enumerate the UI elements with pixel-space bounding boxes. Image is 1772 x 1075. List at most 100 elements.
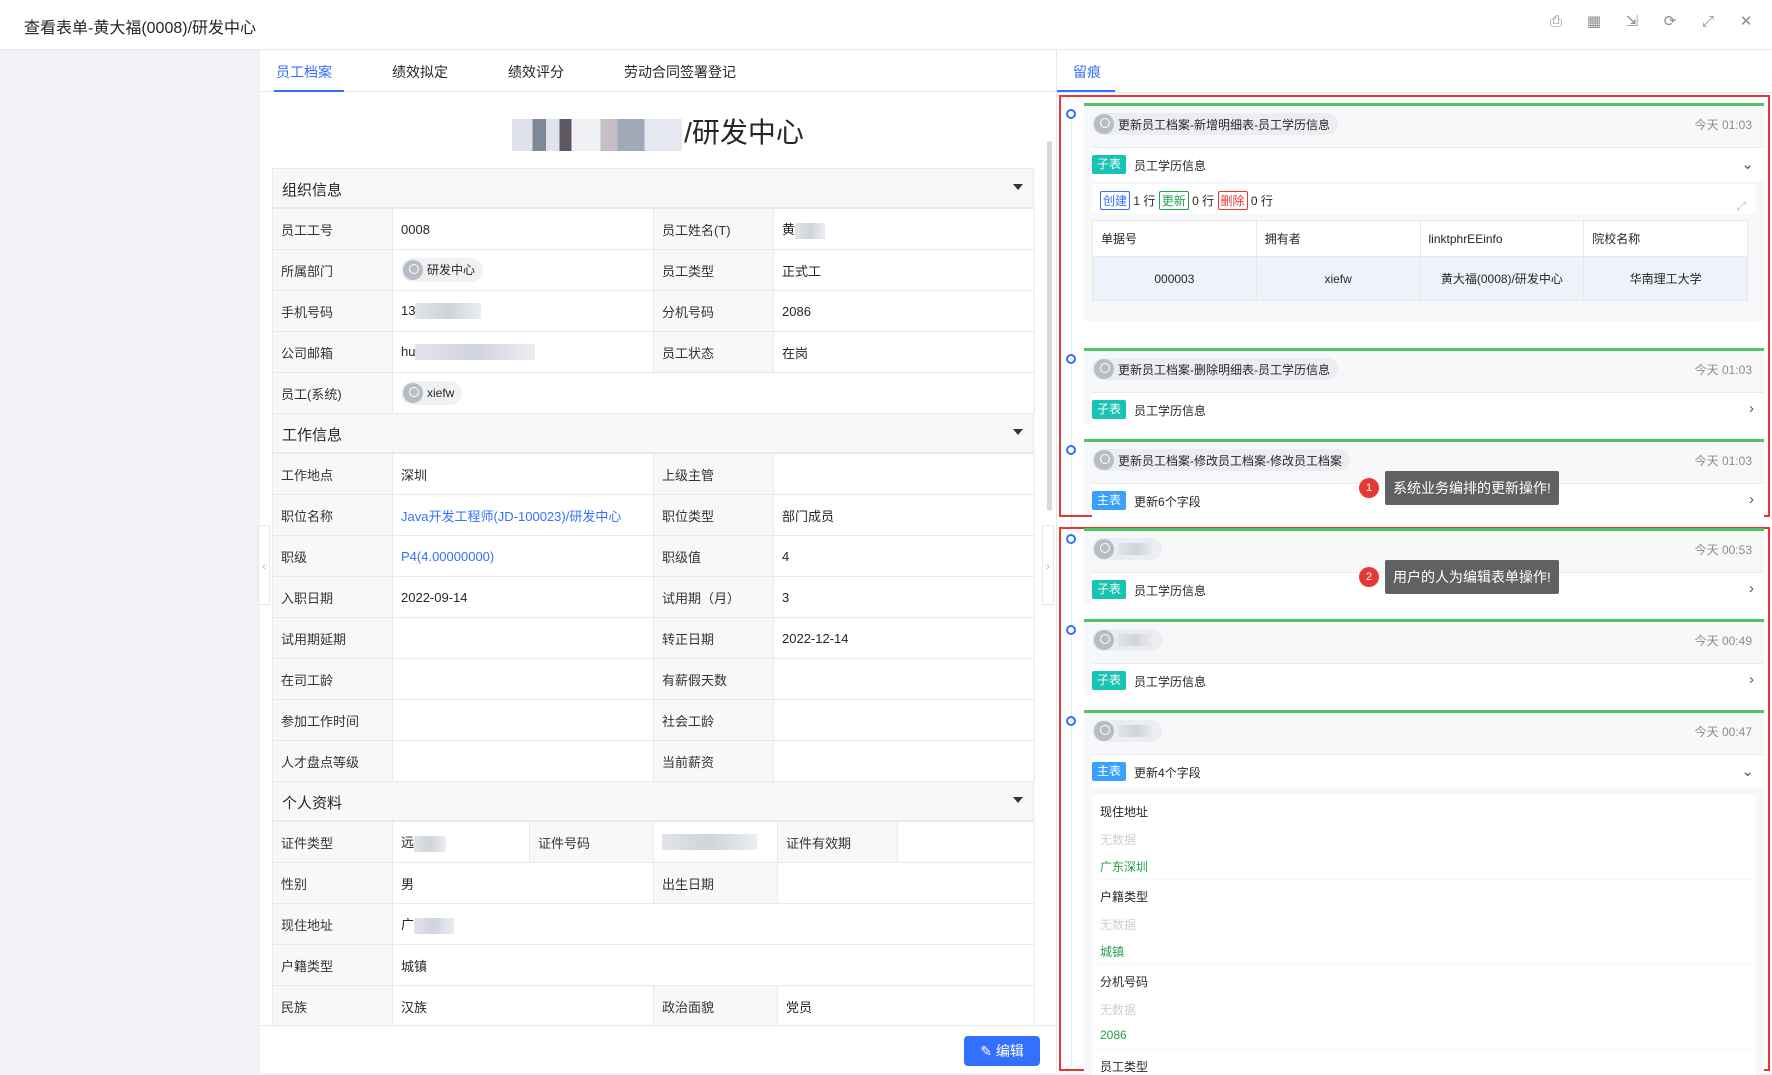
- probation-ext-value: [392, 617, 654, 659]
- collapse-caret-icon[interactable]: [1013, 797, 1023, 803]
- emp-name-text: 黄: [782, 222, 796, 238]
- chevron-right-icon[interactable]: ›: [1749, 400, 1754, 417]
- active-tab-indicator: [274, 90, 344, 92]
- field-label: 员工类型: [1100, 1060, 1149, 1074]
- entry-time: 今天 01:03: [1694, 118, 1752, 132]
- redacted-text: [1118, 543, 1154, 555]
- table-row: 人才盘点等级 当前薪资: [272, 740, 1035, 782]
- field-new-value: 2086: [1100, 1028, 1127, 1042]
- vertical-scrollbar[interactable]: [1047, 141, 1052, 511]
- callout-system: 1 系统业务编排的更新操作!: [1359, 471, 1559, 505]
- tab-labor-contract[interactable]: 劳动合同签署登记: [624, 62, 736, 82]
- collapse-right-handle[interactable]: ›: [1042, 525, 1054, 605]
- section-work-info[interactable]: 工作信息: [272, 413, 1034, 453]
- callout-user: 2 用户的人为编辑表单操作!: [1359, 560, 1559, 594]
- sub-table-tag: 子表: [1092, 155, 1127, 174]
- column-header: 拥有者: [1255, 220, 1421, 257]
- entry-time: 今天 00:47: [1694, 725, 1752, 739]
- entry-user-chip: [1092, 538, 1162, 560]
- emp-no-label: 员工工号: [272, 208, 393, 250]
- close-icon[interactable]: ✕: [1738, 14, 1754, 30]
- edit-icon: ✎: [980, 1043, 996, 1059]
- section-org-info[interactable]: 组织信息: [272, 168, 1034, 208]
- tab-performance-score[interactable]: 绩效评分: [508, 62, 564, 82]
- delete-count: 0: [1250, 194, 1258, 208]
- entry-time: 今天 01:03: [1694, 454, 1752, 468]
- chevron-right-icon[interactable]: ›: [1749, 491, 1754, 508]
- political-label: 政治面貌: [653, 985, 778, 1025]
- row-unit: 行: [1143, 194, 1156, 208]
- collapse-caret-icon[interactable]: [1013, 184, 1023, 190]
- form-heading: /研发中心: [260, 111, 1056, 151]
- gender-label: 性别: [272, 862, 393, 904]
- position-type-value: 部门成员: [773, 494, 1035, 536]
- ethnic-value: 汉族: [392, 985, 654, 1025]
- chevron-down-icon[interactable]: ⌄: [1741, 762, 1754, 780]
- refresh-icon[interactable]: ⟳: [1662, 14, 1678, 30]
- entry-title: 更新员工档案-新增明细表-员工学历信息: [1118, 117, 1330, 132]
- dept-chip[interactable]: 研发中心: [401, 257, 484, 282]
- table-row: 公司邮箱 hu 员工状态 在岗: [272, 331, 1035, 373]
- id-type-label: 证件类型: [272, 821, 393, 863]
- redacted-text: [795, 222, 826, 239]
- work-start-label: 参加工作时间: [272, 699, 393, 741]
- user-chip[interactable]: xiefw: [401, 380, 463, 405]
- print-icon[interactable]: ⎙: [1548, 14, 1564, 30]
- section-personal-info[interactable]: 个人资料: [272, 781, 1034, 821]
- tab-employee-file[interactable]: 员工档案: [276, 62, 332, 82]
- tab-performance-plan[interactable]: 绩效拟定: [392, 62, 448, 82]
- timeline-dot: [1066, 625, 1076, 635]
- entry-summary-row[interactable]: 子表 员工学历信息 ›: [1092, 392, 1764, 426]
- table-row: 试用期延期 转正日期 2022-12-14: [272, 617, 1035, 659]
- social-age-value: [773, 699, 1035, 741]
- form-tabs: 员工档案 绩效拟定 绩效评分 劳动合同签署登记: [260, 50, 1056, 92]
- emp-name-value: 黄: [773, 208, 1035, 250]
- chevron-down-icon[interactable]: ⌄: [1741, 155, 1754, 173]
- probation-label: 试用期（月）: [653, 576, 774, 618]
- entry-title-chip: 更新员工档案-删除明细表-员工学历信息: [1092, 358, 1338, 380]
- entry-summary-row[interactable]: 主表 更新4个字段 ⌄: [1092, 754, 1764, 788]
- table-row: 员工(系统) xiefw: [272, 372, 1035, 414]
- id-valid-label: 证件有效期: [777, 821, 898, 863]
- chevron-right-icon[interactable]: ›: [1749, 671, 1754, 688]
- table-row: 工作地点 深圳 上级主管: [272, 453, 1035, 495]
- collapse-caret-icon[interactable]: [1013, 429, 1023, 435]
- entry-desc: 更新4个字段: [1134, 766, 1201, 780]
- ext-label: 分机号码: [653, 290, 774, 332]
- dept-label: 所属部门: [272, 249, 393, 291]
- detail-subtable: 单据号 拥有者 linktphrEEinfo 院校名称 000003 xiefw…: [1092, 220, 1748, 301]
- phone-text: 13: [401, 302, 416, 318]
- column-header: 单据号: [1092, 220, 1257, 257]
- qrcode-icon[interactable]: ▦: [1586, 14, 1602, 30]
- status-value: 在岗: [773, 331, 1035, 373]
- update-count: 0: [1192, 194, 1199, 208]
- table-row: 手机号码 13 分机号码 2086: [272, 290, 1035, 332]
- fullscreen-icon[interactable]: ⤢: [1700, 14, 1716, 30]
- export-icon[interactable]: ⇲: [1624, 14, 1640, 30]
- entry-user-chip: [1092, 629, 1162, 651]
- collapse-left-handle[interactable]: ‹: [258, 525, 270, 605]
- expand-icon[interactable]: ⤢: [1736, 199, 1746, 214]
- talent-label: 人才盘点等级: [272, 740, 393, 782]
- table-row: 民族 汉族 政治面貌 党员: [272, 985, 1035, 1025]
- tab-trail[interactable]: 留痕: [1073, 62, 1101, 82]
- change-stats: 创建 1 行 更新 0 行 删除 0 行 ⤢: [1092, 184, 1756, 214]
- probation-value: 3: [773, 576, 1035, 618]
- create-badge: 创建: [1100, 191, 1131, 210]
- entry-summary-row[interactable]: 子表 员工学历信息 ›: [1092, 663, 1764, 697]
- address-text: 广: [401, 917, 415, 933]
- social-age-label: 社会工龄: [653, 699, 774, 741]
- edit-button[interactable]: ✎ 编辑: [964, 1036, 1040, 1066]
- entry-summary-row[interactable]: 子表 员工学历信息 ⌄: [1092, 147, 1764, 181]
- section-title: 个人资料: [282, 795, 343, 812]
- timeline-dot: [1066, 534, 1076, 544]
- chevron-right-icon[interactable]: ›: [1749, 580, 1754, 597]
- position-link[interactable]: Java开发工程师(JD-100023)/研发中心: [392, 494, 654, 536]
- work-info-table: 工作地点 深圳 上级主管 职位名称 Java开发工程师(JD-100023)/研…: [272, 453, 1035, 782]
- form-scroll-area[interactable]: /研发中心 组织信息 员工工号 0008 员工姓名(T) 黄 所属部门 研发中心…: [260, 93, 1056, 1025]
- address-label: 现住地址: [272, 903, 393, 945]
- level-link[interactable]: P4(4.00000000): [392, 535, 654, 577]
- update-badge: 更新: [1158, 191, 1189, 210]
- form-footer: ✎ 编辑: [260, 1025, 1056, 1073]
- regular-date-label: 转正日期: [653, 617, 774, 659]
